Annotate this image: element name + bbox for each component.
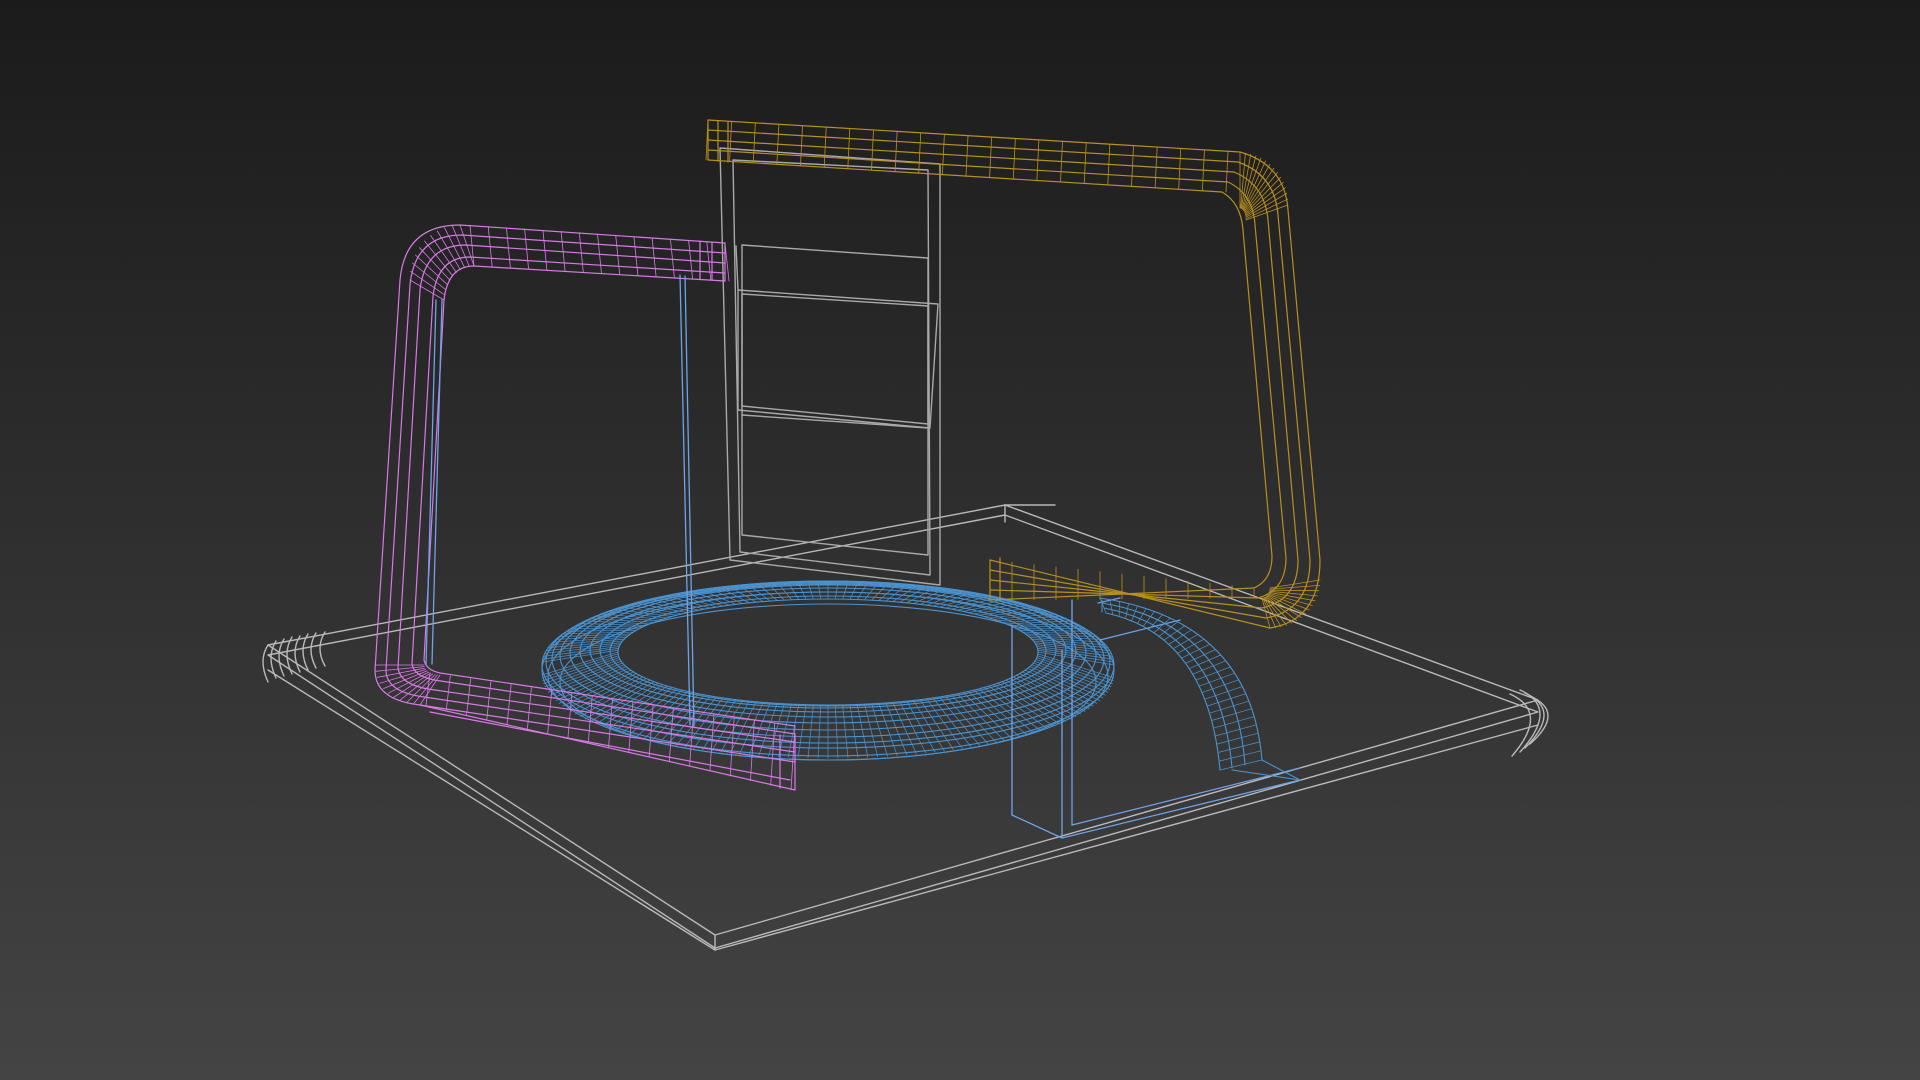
wire-segment [978, 688, 1035, 734]
wire-segment [1245, 204, 1289, 221]
wire-segment [1204, 686, 1243, 700]
wire-segment [621, 688, 678, 734]
wire-segment [807, 704, 814, 759]
wire-segment [1269, 589, 1320, 592]
wire-segment [1125, 603, 1129, 619]
scene-svg [262, 119, 1549, 951]
wire-segment [1188, 654, 1222, 669]
door-panel[interactable] [719, 147, 941, 586]
wire-segment [878, 703, 898, 756]
wire-segment [1218, 750, 1262, 762]
wire-segment [633, 236, 639, 277]
blue-torus-ring[interactable] [541, 580, 1115, 761]
3d-viewport[interactable] [0, 0, 1920, 1080]
wire-segment [1219, 759, 1263, 771]
wire-segment [688, 239, 693, 280]
wire-segment [1185, 649, 1216, 664]
wire-segment [1216, 732, 1259, 745]
wire-segment [1267, 593, 1310, 611]
wire-segment [1217, 741, 1261, 753]
wire-segment [1109, 599, 1114, 615]
wire-segment [817, 704, 822, 759]
wire-segment [706, 241, 712, 281]
wire-segment [651, 237, 657, 278]
wire-segment [419, 247, 451, 281]
wireframe-scene[interactable] [0, 0, 1920, 1080]
wire-segment [1142, 611, 1155, 627]
wire-segment [1192, 660, 1227, 675]
wire-segment [387, 671, 430, 694]
wire-segment [466, 678, 472, 715]
wire-segment [1214, 724, 1257, 737]
wire-segment [871, 703, 888, 757]
wire-segment [375, 666, 425, 672]
wire-segment [445, 675, 451, 711]
wire-segment [849, 704, 859, 758]
wire-segment [1131, 605, 1138, 622]
wire-segment [834, 704, 839, 759]
wire-segment [797, 704, 807, 758]
wire-segment [1201, 679, 1240, 693]
wire-segment [424, 240, 454, 277]
wire-segment [842, 704, 849, 759]
wire-segment [1198, 672, 1235, 687]
wire-segment [1099, 597, 1107, 614]
gold-tube-frame[interactable] [705, 119, 1321, 629]
wire-segment [670, 238, 675, 279]
blue-arc-segment[interactable] [1099, 597, 1301, 781]
wire-segment [951, 694, 997, 743]
